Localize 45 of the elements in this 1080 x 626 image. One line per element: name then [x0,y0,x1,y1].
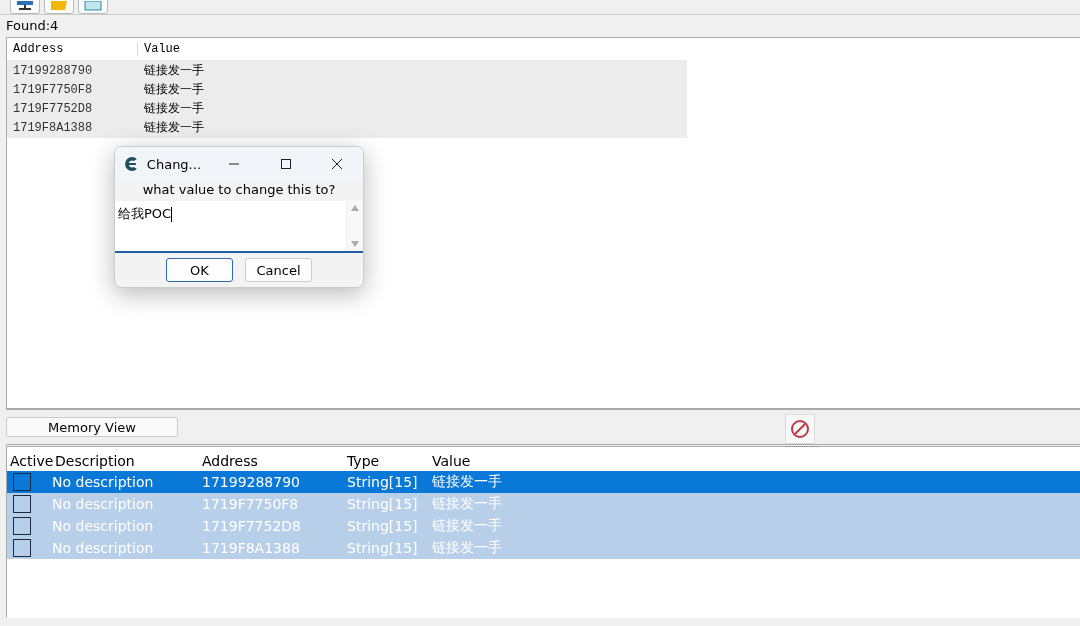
column-header[interactable]: Type [344,453,429,469]
column-header[interactable]: Address [199,453,344,469]
memory-view-button[interactable]: Memory View [6,417,178,437]
active-checkbox[interactable] [13,495,31,513]
table-cell-text: 链接发一手 [143,119,204,136]
column-header[interactable]: Address [7,42,138,56]
dialog-button[interactable]: Cancel [245,258,312,282]
table-cell-text: 1719F7750F8 [201,496,300,512]
column-header[interactable]: Description [52,453,199,469]
column-header[interactable]: Value [429,453,629,469]
table-cell-text: 链接发一手 [431,495,503,513]
table-cell-text: 链接发一手 [143,62,204,79]
table-cell-text: 链接发一手 [431,517,503,535]
active-checkbox[interactable] [13,517,31,535]
table-cell-text: 1719F7752D8 [12,101,94,116]
active-checkbox[interactable] [13,539,31,557]
table-cell-text: 1719F8A1388 [201,540,301,556]
prompt-text: what value to change this to? [142,182,336,197]
table-cell-text: 17199288790 [12,63,94,78]
column-header[interactable]: Active [7,453,52,469]
table-cell-text: 1719F8A1388 [12,120,94,135]
table-cell-text: 链接发一手 [143,81,204,98]
table-cell-text: 1719F7750F8 [12,82,94,97]
active-checkbox[interactable] [13,473,31,491]
close-icon[interactable] [331,158,344,170]
table-cell-text: String[15] [346,474,419,490]
maximize-icon[interactable] [279,158,292,170]
stop-icon[interactable] [785,414,815,444]
dialog-button[interactable]: OK [166,258,233,282]
address-row[interactable]: No description 17199288790 String[15] 链接发一手 [7,471,1080,493]
table-cell-text: No description [52,540,155,556]
found-count: Found:4 [6,17,59,35]
table-cell-text: 17199288790 [201,474,301,490]
table-cell-text: String[15] [346,518,419,534]
table-cell-text: String[15] [346,496,419,512]
table-cell-text: String[15] [346,540,419,556]
dialog-title: Chang... [146,156,202,172]
table-cell-text: 链接发一手 [431,539,503,557]
table-cell-text: 1719F7752D8 [201,518,302,534]
table-cell-text: No description [52,474,155,490]
column-header[interactable]: Value [138,42,180,56]
table-cell-text: No description [52,496,155,512]
table-cell-text: No description [52,518,155,534]
table-cell-text: 链接发一手 [143,100,204,117]
table-cell-text: 链接发一手 [431,473,503,491]
